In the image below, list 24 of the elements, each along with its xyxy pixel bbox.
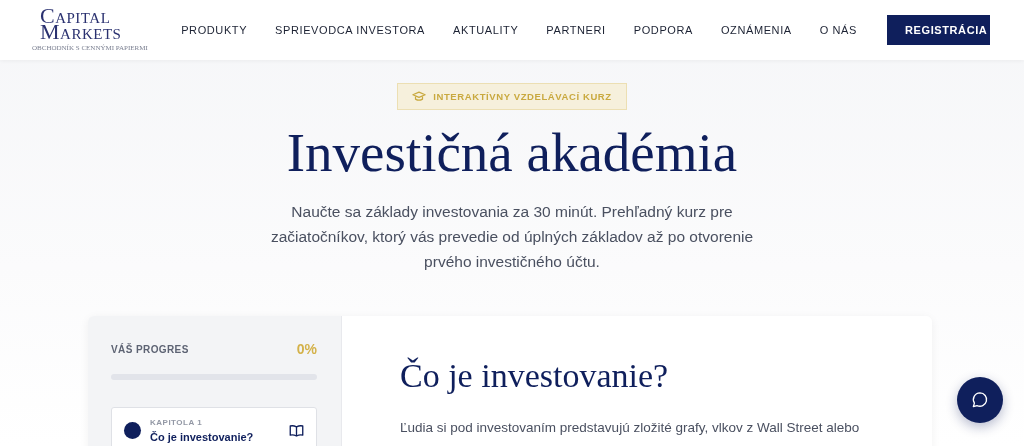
lesson-paragraph: Ľudia si pod investovaním predstavujú zložité grafy, vlkov z Wall Street alebo (400, 420, 861, 435)
nav-link[interactable]: OZNÁMENIA (720, 24, 792, 36)
chapter-title: Čo je investovanie? (150, 431, 255, 443)
page-title: Investičná akadémia (286, 121, 738, 185)
nav-link[interactable]: AKTUALITY (453, 24, 519, 36)
progress-value: 0% (296, 341, 317, 357)
register-button[interactable]: REGISTRÁCIA (887, 15, 990, 45)
chapter-status-dot (124, 422, 141, 439)
speech-bubble-icon (970, 390, 990, 410)
nav-link[interactable]: SPRIEVODCA INVESTORA (275, 24, 426, 36)
lesson-heading: Čo je investovanie? (400, 356, 670, 396)
intro-paragraph: Naučte sa základy investovania za 30 minút. Prehľadný kurz pre začiatočníkov, ktorý vás prevedie od úplných základov až po otvorenie prvého investičného účtu. (269, 202, 755, 272)
chapter-item[interactable]: KAPITOLA 1 Čo je investovanie? (111, 407, 317, 446)
nav-link[interactable]: PRODUKTY (181, 24, 248, 36)
badge-label: INTERAKTÍVNY VZDELÁVACÍ KURZ (433, 91, 612, 102)
logo[interactable]: CAPITAL MARKETS (32, 8, 122, 41)
nav-link[interactable]: PODPORA (633, 24, 693, 36)
progress-label: VÁŠ PROGRES (111, 343, 189, 355)
nav-link[interactable]: O NÁS (819, 24, 857, 36)
nav-link[interactable]: PARTNERI (546, 24, 606, 36)
chapter-number: KAPITOLA 1 (150, 418, 204, 427)
chat-button[interactable] (957, 377, 1003, 423)
graduation-cap-icon (412, 91, 427, 102)
book-icon (289, 423, 304, 438)
